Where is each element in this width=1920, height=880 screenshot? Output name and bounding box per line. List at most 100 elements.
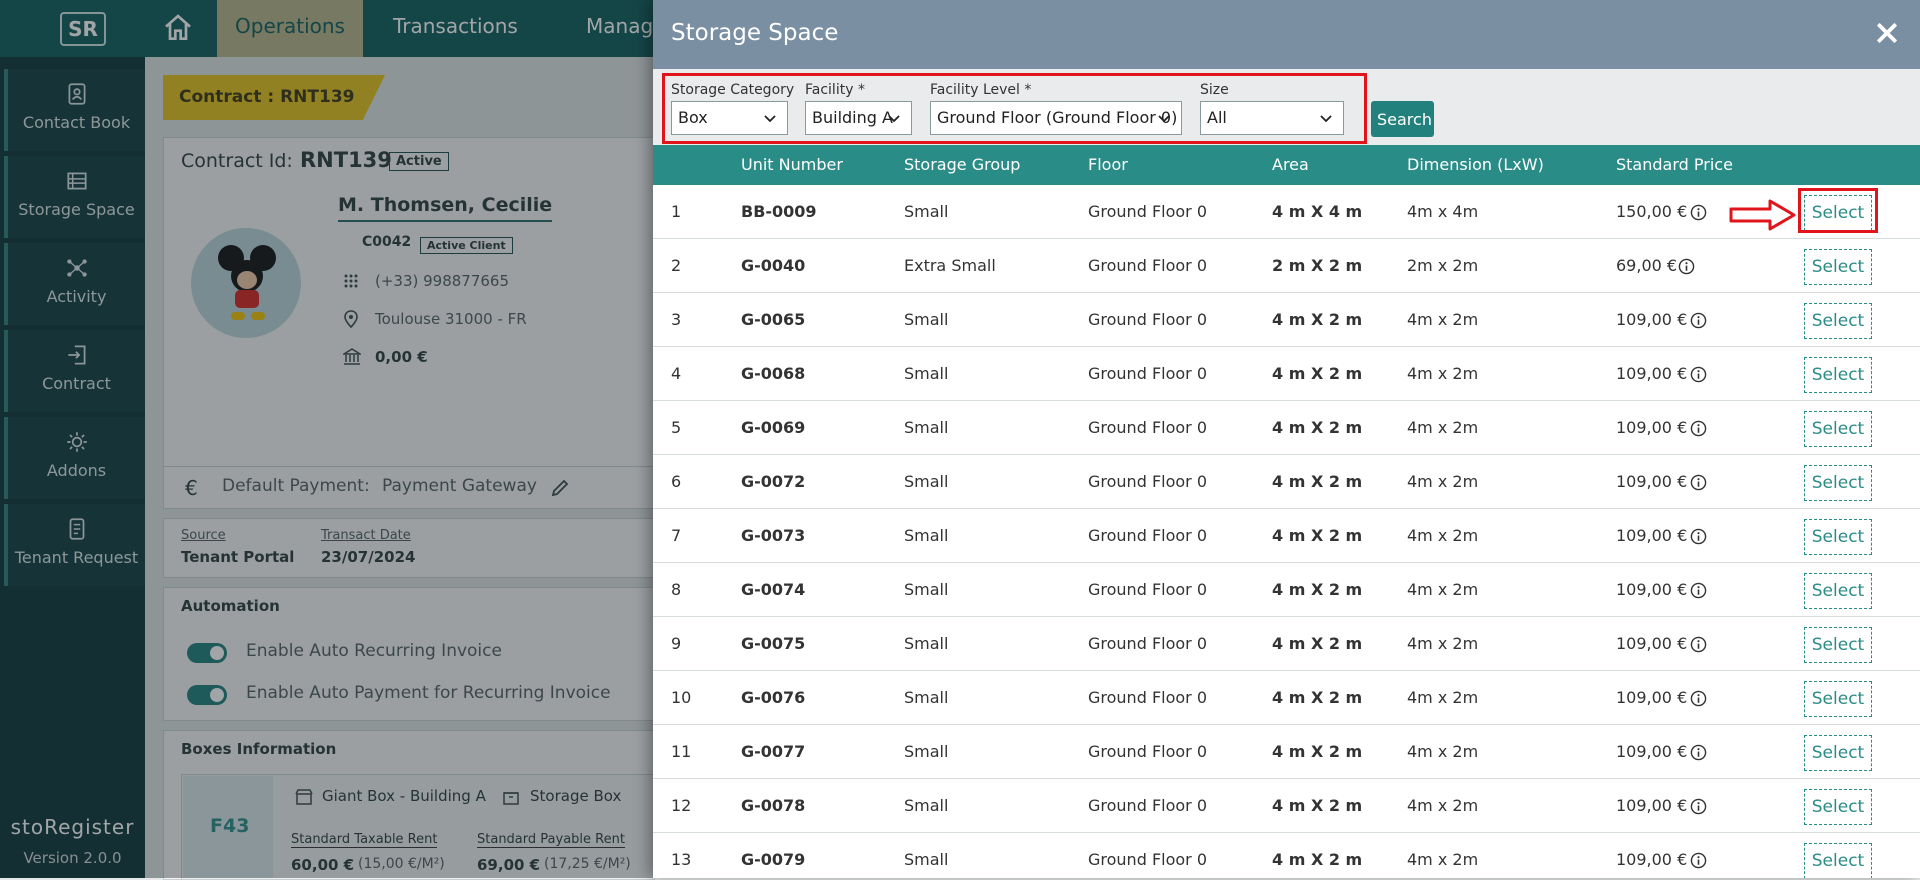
facility-level-value: Ground Floor (Ground Floor 0) [937, 108, 1178, 127]
standard-price: 109,00 € [1616, 850, 1688, 869]
filter-bar: Storage Category Box Facility * Building… [653, 69, 1920, 145]
area: 4 m X 2 m [1272, 580, 1363, 599]
standard-price: 109,00 € [1616, 634, 1688, 653]
dimension: 4m x 2m [1407, 796, 1479, 815]
dimension: 4m x 2m [1407, 742, 1479, 761]
storage-group: Small [904, 796, 949, 815]
modal-header: Storage Space [653, 0, 1920, 69]
area: 4 m X 2 m [1272, 364, 1363, 383]
storage-unit-table: 1 BB-0009 Small Ground Floor 0 4 m X 4 m 4m x… [653, 185, 1920, 878]
floor: Ground Floor 0 [1088, 580, 1208, 599]
facility-level-select[interactable]: Ground Floor (Ground Floor 0) [930, 101, 1182, 135]
chevron-down-icon [1158, 115, 1170, 123]
info-icon[interactable] [1690, 204, 1707, 221]
select-unit-button[interactable]: Select [1804, 249, 1872, 285]
select-unit-button[interactable]: Select [1804, 735, 1872, 771]
area: 4 m X 2 m [1272, 472, 1363, 491]
search-button[interactable]: Search [1371, 101, 1434, 137]
storage-group: Small [904, 742, 949, 761]
select-unit-button[interactable]: Select [1804, 411, 1872, 447]
storage-space-modal: Storage Space Storage Category Box Facil… [653, 0, 1920, 878]
storage-group: Extra Small [904, 256, 996, 275]
storage-group: Small [904, 580, 949, 599]
facility-select[interactable]: Building A [805, 101, 912, 135]
facility-label: Facility * [805, 82, 865, 98]
floor: Ground Floor 0 [1088, 850, 1208, 869]
select-unit-button[interactable]: Select [1804, 303, 1872, 339]
pointer-arrow-icon [1729, 199, 1796, 231]
row-number: 7 [671, 526, 682, 545]
info-icon[interactable] [1678, 258, 1695, 275]
table-row: 12 G-0078 Small Ground Floor 0 4 m X 2 m 4m x… [653, 779, 1920, 833]
row-number: 13 [671, 850, 692, 869]
select-unit-button[interactable]: Select [1804, 573, 1872, 609]
modal-backdrop[interactable] [0, 0, 653, 878]
table-row: 13 G-0079 Small Ground Floor 0 4 m X 2 m 4m x… [653, 833, 1920, 878]
table-row: 10 G-0076 Small Ground Floor 0 4 m X 2 m 4m x… [653, 671, 1920, 725]
size-value: All [1207, 108, 1227, 127]
storage-group: Small [904, 634, 949, 653]
row-number: 8 [671, 580, 682, 599]
floor: Ground Floor 0 [1088, 418, 1208, 437]
column-standard-price: Standard Price [1616, 155, 1733, 174]
row-number: 4 [671, 364, 682, 383]
select-unit-button[interactable]: Select [1804, 681, 1872, 717]
select-unit-button[interactable]: Select [1804, 627, 1872, 663]
standard-price: 109,00 € [1616, 580, 1688, 599]
info-icon[interactable] [1690, 744, 1707, 761]
dimension: 4m x 2m [1407, 526, 1479, 545]
info-icon[interactable] [1690, 312, 1707, 329]
info-icon[interactable] [1690, 582, 1707, 599]
dimension: 4m x 2m [1407, 850, 1479, 869]
floor: Ground Floor 0 [1088, 202, 1208, 221]
area: 4 m X 4 m [1272, 202, 1363, 221]
table-row: 6 G-0072 Small Ground Floor 0 4 m X 2 m 4m x … [653, 455, 1920, 509]
select-unit-button[interactable]: Select [1804, 789, 1872, 825]
info-icon[interactable] [1690, 636, 1707, 653]
column-unit-number: Unit Number [741, 155, 843, 174]
area: 4 m X 2 m [1272, 688, 1363, 707]
info-icon[interactable] [1690, 366, 1707, 383]
table-row: 4 G-0068 Small Ground Floor 0 4 m X 2 m 4m x … [653, 347, 1920, 401]
storage-group: Small [904, 418, 949, 437]
standard-price: 109,00 € [1616, 742, 1688, 761]
unit-number: G-0068 [741, 364, 806, 383]
row-number: 3 [671, 310, 682, 329]
info-icon[interactable] [1690, 528, 1707, 545]
dimension: 4m x 4m [1407, 202, 1479, 221]
floor: Ground Floor 0 [1088, 310, 1208, 329]
select-unit-button[interactable]: Select [1804, 357, 1872, 393]
unit-number: G-0069 [741, 418, 806, 437]
row-number: 9 [671, 634, 682, 653]
select-unit-button[interactable]: Select [1804, 843, 1872, 878]
row-number: 12 [671, 796, 692, 815]
floor: Ground Floor 0 [1088, 256, 1208, 275]
storage-category-select[interactable]: Box [671, 101, 788, 135]
table-row: 3 G-0065 Small Ground Floor 0 4 m X 2 m 4m x … [653, 293, 1920, 347]
storage-group: Small [904, 850, 949, 869]
standard-price: 109,00 € [1616, 310, 1688, 329]
storage-category-label: Storage Category [671, 82, 795, 98]
info-icon[interactable] [1690, 474, 1707, 491]
select-unit-button[interactable]: Select [1804, 519, 1872, 555]
info-icon[interactable] [1690, 852, 1707, 869]
area: 4 m X 2 m [1272, 742, 1363, 761]
info-icon[interactable] [1690, 420, 1707, 437]
standard-price: 109,00 € [1616, 472, 1688, 491]
size-select[interactable]: All [1200, 101, 1344, 135]
size-label: Size [1200, 82, 1229, 98]
floor: Ground Floor 0 [1088, 526, 1208, 545]
select-unit-button[interactable]: Select [1804, 465, 1872, 501]
row-number: 10 [671, 688, 692, 707]
info-icon[interactable] [1690, 798, 1707, 815]
select-highlight [1798, 188, 1878, 233]
standard-price: 109,00 € [1616, 796, 1688, 815]
unit-number: G-0077 [741, 742, 806, 761]
standard-price: 109,00 € [1616, 364, 1688, 383]
standard-price: 109,00 € [1616, 688, 1688, 707]
info-icon[interactable] [1690, 690, 1707, 707]
chevron-down-icon [888, 115, 900, 123]
dimension: 4m x 2m [1407, 688, 1479, 707]
close-icon[interactable] [1872, 18, 1902, 48]
unit-number: G-0075 [741, 634, 806, 653]
